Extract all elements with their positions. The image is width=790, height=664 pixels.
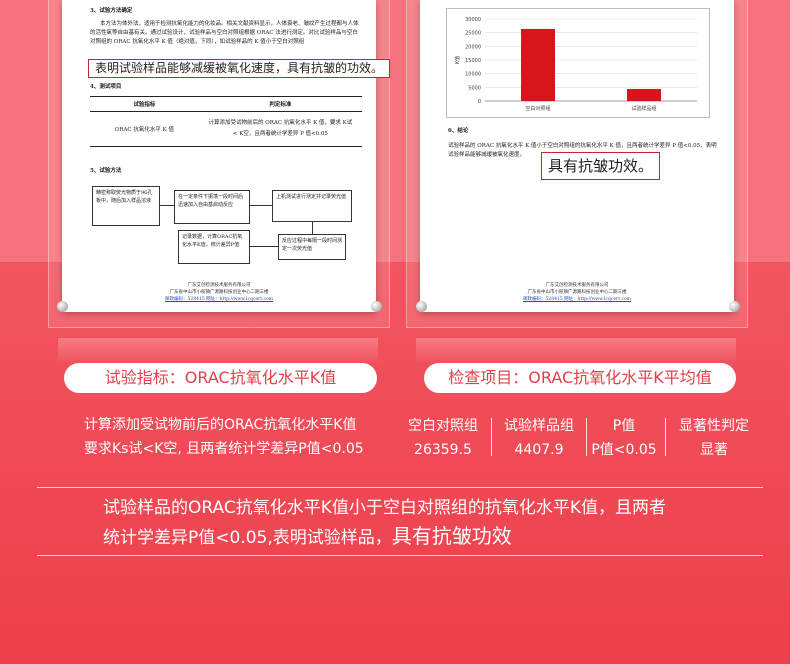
result-header: P值 xyxy=(612,418,636,434)
k-value-bar-chart: 0 5000 10000 15000 20000 25000 30000 K值空白对照组 试验样… xyxy=(454,17,697,112)
right-highlight-box: 具有抗皱功效。 xyxy=(541,152,661,180)
footer-contact: 邮政编码：528415 网址：http://www.lcqcert.com xyxy=(523,297,631,302)
flow-arrow xyxy=(250,205,272,206)
table-row: ORAC 抗氧化水平 K 值 计算添加受试物前后的 ORAC 抗氧化水平 K 值… xyxy=(90,112,362,147)
table-cell: ORAC 抗氧化水平 K 值 xyxy=(114,127,174,133)
test-item-table: 试验指标 判定标准 ORAC 抗氧化水平 K 值 计算添加受试物前后的 ORAC… xyxy=(90,96,362,147)
flow-arrow xyxy=(312,222,313,234)
left-doc-footer: 广东艾创检测技术服务有限公司 广东省中山市小榄镇广源路科技创业中心二期三楼 邮政… xyxy=(62,282,376,303)
result-value: 4407.9 xyxy=(514,442,564,458)
footer-company: 广东艾创检测技术服务有限公司 xyxy=(545,283,609,288)
flow-arrow xyxy=(160,205,174,206)
result-column-p-value: P值 P值<0.05 xyxy=(588,414,660,462)
frame-pin xyxy=(57,301,68,312)
result-header: 试验样品组 xyxy=(504,418,574,434)
y-tick-label: 0 xyxy=(478,99,481,105)
flow-step-5: 记录数据，计算ORAC抗氧化水平K值，统计差异P值 xyxy=(178,230,250,264)
x-tick-label: 空白对照组 xyxy=(525,105,550,112)
left-highlight-box: 表明试验样品能够减缓被氧化速度，具有抗皱的功效。 xyxy=(88,59,391,78)
flow-step-3: 上机测试进行测定并记录荧光值 xyxy=(272,190,352,222)
y-tick-label: 25000 xyxy=(465,31,481,37)
test-method-document: 3、试验方法确定 本方法为体外法，适用于检测抗氧化能力的化妆品。相关文献资料显示… xyxy=(62,0,376,312)
section-4-title: 4、测试项目 xyxy=(90,84,122,90)
flow-arrow xyxy=(250,246,278,247)
description-line-1: 计算添加受试物前后的ORAC抗氧化水平K值 xyxy=(84,417,357,433)
result-header: 显著性判定 xyxy=(679,418,749,434)
result-column-significance: 显著性判定 显著 xyxy=(670,414,758,462)
frame-pin xyxy=(371,301,382,312)
conclusion-emphasis: 具有抗皱功效 xyxy=(391,524,512,548)
left-description: 计算添加受试物前后的ORAC抗氧化水平K值 要求Ks试<K空, 且两者统计学差异… xyxy=(84,413,364,461)
flow-step-4: 反应过程中每隔一段时间测定一次荧光值 xyxy=(278,234,346,260)
conclusion-line-2: 统计学差异P值<0.05,表明试验样品，具有抗皱功效 xyxy=(103,522,512,552)
column-divider xyxy=(491,418,492,456)
x-tick-label: 试验样品组 xyxy=(631,105,656,112)
test-item-pill: 检查项目：ORAC抗氧化水平K平均值 xyxy=(424,363,736,393)
footer-address: 广东省中山市小榄镇广源路科技创业中心二期三楼 xyxy=(169,290,269,295)
frame-pin xyxy=(416,301,427,312)
footer-address: 广东省中山市小榄镇广源路科技创业中心二期三楼 xyxy=(527,290,627,295)
y-tick-label: 20000 xyxy=(465,44,481,50)
table-header-row: 试验指标 判定标准 xyxy=(90,96,362,112)
intro-paragraph: 本方法为体外法，适用于检测抗氧化能力的化妆品。相关文献资料显示，人体衰老、皱纹产… xyxy=(90,21,359,45)
result-column-blank: 空白对照组 26359.5 xyxy=(400,414,486,462)
column-divider xyxy=(665,418,666,456)
chart-container: 0 5000 10000 15000 20000 25000 30000 K值空白对照组 试验样… xyxy=(446,8,710,118)
left-frame-reflection xyxy=(58,338,378,364)
frame-pin xyxy=(729,301,740,312)
table-header-cell: 试验指标 xyxy=(133,102,156,108)
y-axis-label: K值 xyxy=(454,56,461,64)
right-doc-footer: 广东艾创检测技术服务有限公司 广东省中山市小榄镇广源路科技创业中心二期三楼 邮政… xyxy=(420,282,734,303)
y-tick-label: 30000 xyxy=(465,17,481,23)
section-3-title: 3、试验方法确定 xyxy=(90,8,133,14)
footer-company: 广东艾创检测技术服务有限公司 xyxy=(187,283,251,288)
result-header: 空白对照组 xyxy=(408,418,478,434)
bar-1 xyxy=(521,28,555,102)
bar-2 xyxy=(627,88,661,101)
conclusion-top-rule xyxy=(37,487,763,488)
footer-contact: 邮政编码：528415 网址：http://www.lcqcert.com xyxy=(165,297,273,302)
conclusion-line-2-text: 统计学差异P值<0.05,表明试验样品， xyxy=(103,528,392,548)
test-indicator-pill: 试验指标：ORAC抗氧化水平K值 xyxy=(64,363,377,393)
result-value: 显著 xyxy=(700,442,728,458)
section-6-title: 6、结论 xyxy=(448,128,469,134)
y-tick-label: 10000 xyxy=(465,72,481,78)
result-value: P值<0.05 xyxy=(591,442,657,458)
section-5-title: 5、试验方法 xyxy=(90,168,122,174)
table-cell: 计算添加受试物前后的 ORAC 抗氧化水平 K 值，要求 K试 < K空，且两者… xyxy=(208,120,353,137)
flow-step-1: 精密称取荧光物质于96孔板中，随后加入样品溶液 xyxy=(92,186,160,226)
right-frame-reflection xyxy=(416,338,736,364)
column-divider xyxy=(586,418,587,456)
y-tick-label: 5000 xyxy=(468,85,481,91)
conclusion-line-1: 试验样品的ORAC抗氧化水平K值小于空白对照组的抗氧化水平K值，且两者 xyxy=(103,498,666,518)
description-line-2: 要求Ks试<K空, 且两者统计学差异P值<0.05 xyxy=(84,441,364,457)
conclusion-bottom-rule xyxy=(37,555,763,556)
y-tick-label: 15000 xyxy=(465,58,481,64)
flow-step-2: 在一定条件下振荡一段时间后迅速加入自由基启动反应 xyxy=(174,190,250,224)
result-column-sample: 试验样品组 4407.9 xyxy=(496,414,582,462)
table-header-cell: 判定标准 xyxy=(269,102,292,108)
result-value: 26359.5 xyxy=(414,442,472,458)
